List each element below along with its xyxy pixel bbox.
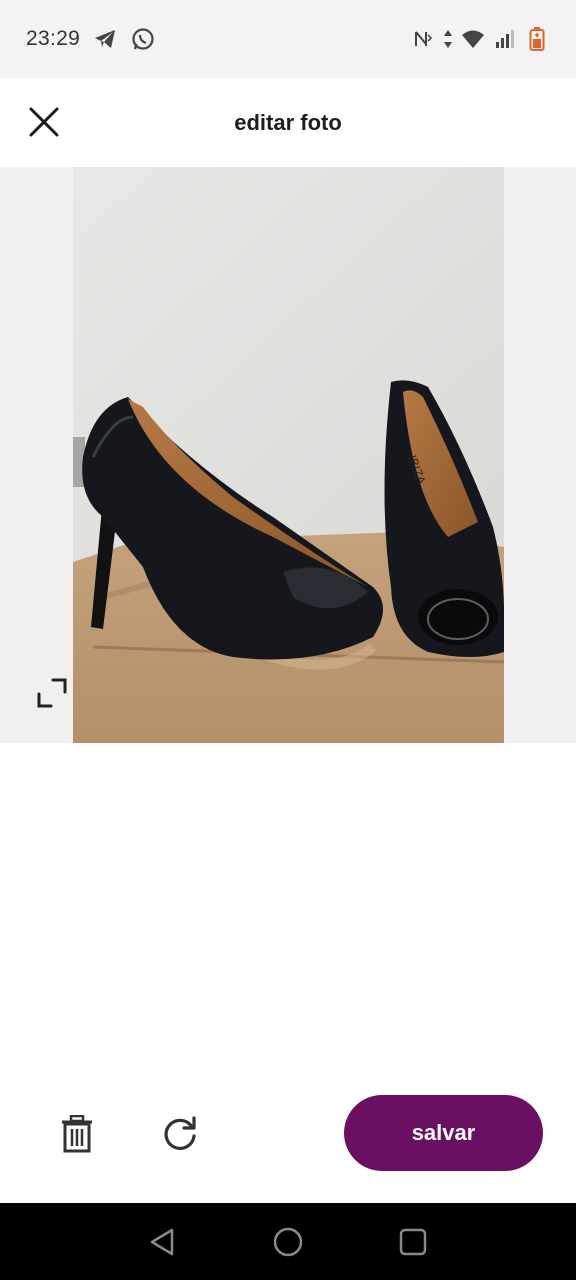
top-bar: editar foto	[0, 78, 576, 168]
close-button[interactable]	[22, 100, 66, 144]
recents-button[interactable]	[391, 1220, 435, 1264]
back-icon	[150, 1228, 173, 1255]
nfc-icon	[410, 26, 436, 52]
home-icon	[273, 1227, 303, 1256]
telegram-icon	[92, 26, 118, 52]
save-button[interactable]: salvar	[344, 1095, 543, 1171]
battery-icon	[524, 26, 550, 52]
signal-icon	[492, 26, 518, 52]
close-icon	[29, 107, 59, 137]
back-button[interactable]	[141, 1220, 185, 1264]
status-right	[410, 26, 550, 52]
page-title: editar foto	[234, 110, 342, 135]
expand-icon	[37, 678, 67, 708]
whatsapp-icon	[130, 26, 156, 52]
status-bar: 23:29	[0, 0, 576, 78]
photo-area: IBIZA	[0, 167, 576, 743]
expand-button[interactable]	[32, 673, 72, 713]
trash-icon	[62, 1115, 92, 1153]
wifi-icon	[460, 26, 486, 52]
status-left: 23:29	[26, 26, 156, 52]
recents-icon	[400, 1228, 427, 1255]
shoes-photo: IBIZA	[73, 167, 504, 743]
home-button[interactable]	[266, 1220, 310, 1264]
data-arrows-icon	[442, 26, 454, 52]
status-time: 23:29	[26, 27, 81, 50]
bottom-toolbar: salvar	[0, 1090, 576, 1180]
delete-button[interactable]	[53, 1110, 101, 1158]
photo-preview: IBIZA	[73, 167, 504, 743]
rotate-icon	[164, 1116, 196, 1150]
rotate-button[interactable]	[156, 1110, 204, 1158]
navigation-bar	[0, 1203, 576, 1280]
